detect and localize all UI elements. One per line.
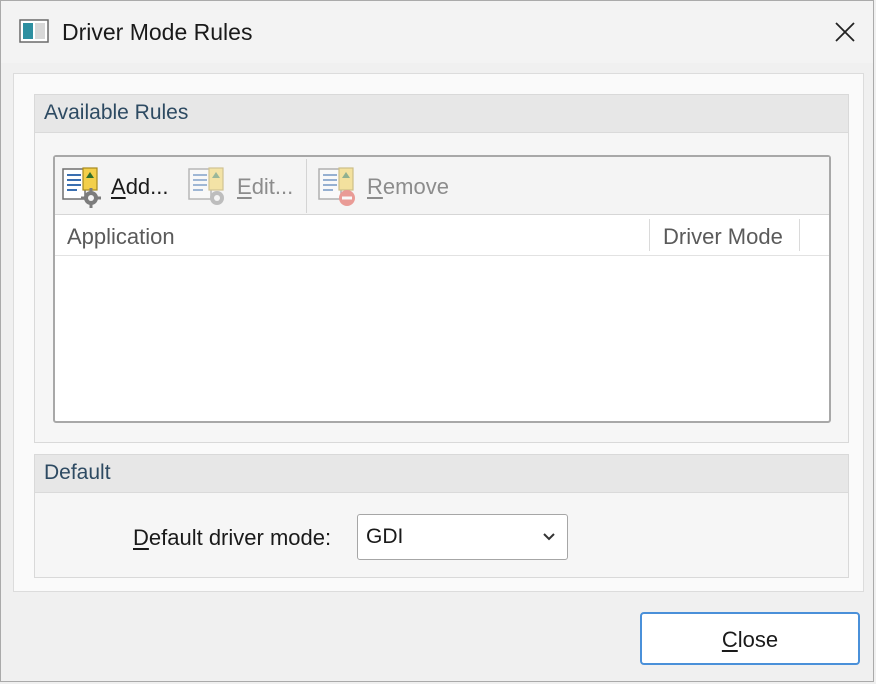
column-header-driver-mode[interactable]: Driver Mode (663, 224, 783, 250)
list-column-headers: Application Driver Mode (55, 215, 829, 256)
toolbar-separator (306, 159, 307, 213)
dialog-window: Driver Mode Rules Available Rules Add...… (0, 0, 874, 682)
dialog-body: Available Rules Add... Edit... Remove Ap… (13, 73, 864, 592)
close-button[interactable]: Close (640, 612, 860, 665)
close-icon[interactable] (832, 19, 858, 45)
remove-rule-label: Remove (367, 174, 449, 199)
default-driver-mode-value: GDI (366, 525, 404, 548)
remove-rule-icon (318, 167, 355, 206)
edit-rule-icon (188, 167, 224, 205)
edit-rule-button[interactable]: Edit... (187, 163, 302, 209)
column-divider[interactable] (799, 219, 800, 251)
title-bar: Driver Mode Rules (1, 1, 873, 63)
column-header-application[interactable]: Application (67, 224, 175, 250)
available-rules-header: Available Rules (35, 95, 848, 133)
chevron-down-icon (543, 533, 555, 541)
default-group: Default Default driver mode: GDI (34, 454, 849, 578)
default-group-title: Default (44, 461, 111, 484)
close-button-label: Close (721, 627, 779, 652)
add-rule-button[interactable]: Add... (61, 163, 179, 209)
window-title: Driver Mode Rules (62, 19, 253, 45)
add-rule-label: Add... (111, 174, 169, 199)
available-rules-title: Available Rules (44, 101, 189, 124)
column-divider[interactable] (649, 219, 650, 251)
default-driver-mode-label: Default driver mode: (133, 525, 332, 550)
default-driver-mode-select[interactable]: GDI (357, 514, 568, 560)
edit-rule-label: Edit... (237, 174, 294, 199)
app-window-icon (19, 19, 49, 43)
add-rule-icon (62, 167, 101, 208)
available-rules-group: Available Rules Add... Edit... Remove Ap… (34, 94, 849, 443)
default-group-header: Default (35, 455, 848, 493)
rules-rows[interactable] (55, 255, 829, 421)
rules-list[interactable]: Add... Edit... Remove Application Driver… (53, 155, 831, 423)
rules-toolbar: Add... Edit... Remove (55, 157, 829, 215)
remove-rule-button[interactable]: Remove (317, 163, 467, 209)
